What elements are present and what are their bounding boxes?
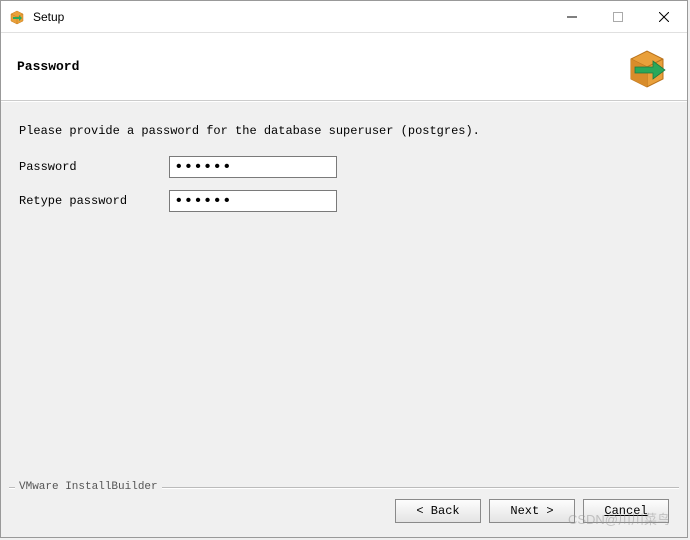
cancel-button[interactable]: Cancel	[583, 499, 669, 523]
wizard-footer: VMware InstallBuilder < Back Next > Canc…	[1, 479, 687, 537]
button-bar: < Back Next > Cancel	[395, 499, 669, 523]
titlebar: Setup	[1, 1, 687, 33]
app-icon	[9, 9, 25, 25]
maximize-button	[595, 1, 641, 32]
window-controls	[549, 1, 687, 32]
wizard-content: Please provide a password for the databa…	[1, 101, 687, 479]
retype-password-row: Retype password	[19, 190, 669, 212]
branding-label: VMware InstallBuilder	[15, 481, 162, 493]
minimize-button[interactable]	[549, 1, 595, 32]
next-button[interactable]: Next >	[489, 499, 575, 523]
wizard-header: Password	[1, 33, 687, 101]
page-title: Password	[17, 59, 79, 74]
box-arrow-icon	[623, 43, 671, 91]
close-button[interactable]	[641, 1, 687, 32]
instruction-text: Please provide a password for the databa…	[19, 124, 669, 138]
window-title: Setup	[33, 10, 549, 24]
back-button[interactable]: < Back	[395, 499, 481, 523]
setup-window: Setup Password Please provide	[0, 0, 688, 538]
retype-password-input[interactable]	[169, 190, 337, 212]
password-label: Password	[19, 160, 169, 174]
password-input[interactable]	[169, 156, 337, 178]
retype-password-label: Retype password	[19, 194, 169, 208]
password-row: Password	[19, 156, 669, 178]
